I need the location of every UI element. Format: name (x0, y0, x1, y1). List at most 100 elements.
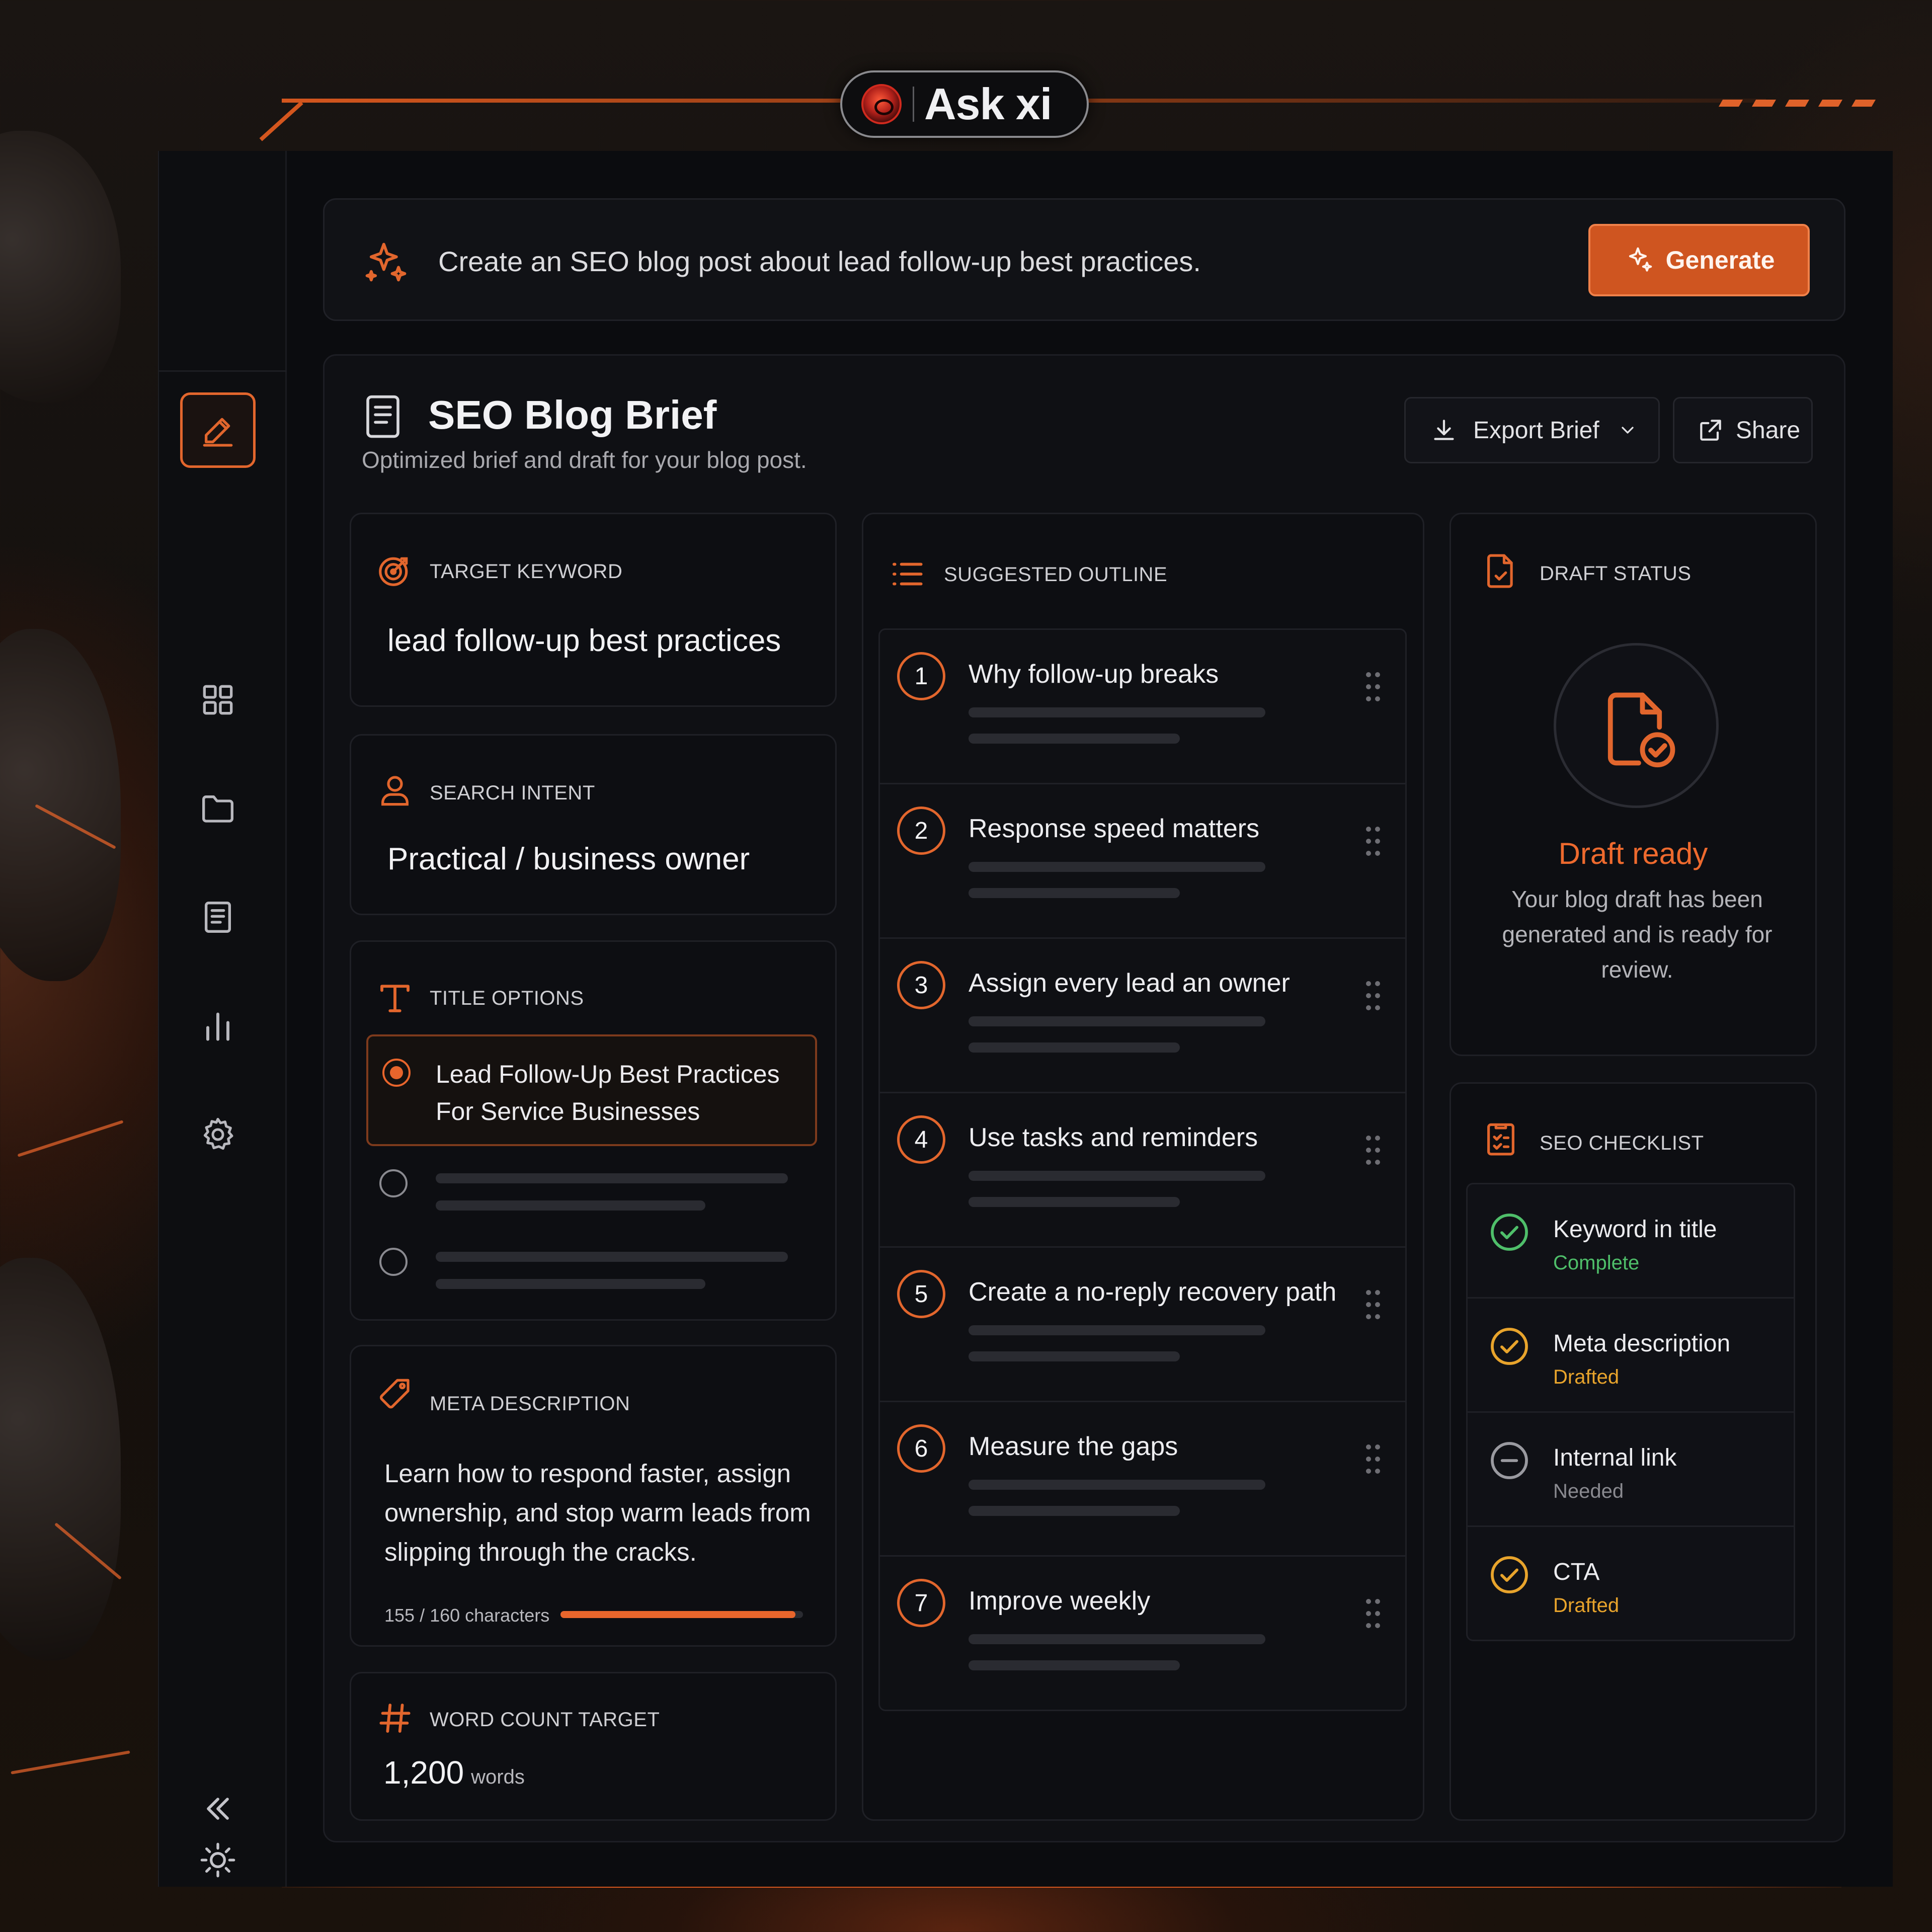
outline-title: Response speed matters (969, 814, 1260, 843)
checklist-status: Needed (1553, 1480, 1624, 1502)
outline-item[interactable]: 2 Response speed matters (878, 783, 1407, 939)
checklist-item[interactable]: CTA Drafted (1466, 1525, 1795, 1641)
prompt-text[interactable]: Create an SEO blog post about lead follo… (438, 245, 1201, 278)
double-chevron-left-icon (207, 1798, 229, 1820)
word-count-unit: words (471, 1766, 525, 1788)
sidebar-item-dashboard[interactable] (180, 662, 256, 738)
checklist-item[interactable]: Internal link Needed (1466, 1411, 1795, 1527)
clipboard-check-icon (1487, 1123, 1514, 1156)
sidebar-item-files[interactable] (180, 771, 256, 846)
title-option-selected[interactable]: Lead Follow-Up Best Practices For Servic… (366, 1034, 817, 1146)
generate-button-label: Generate (1665, 246, 1775, 274)
text-t-icon (380, 985, 410, 1012)
ask-xi-badge[interactable]: Ask xi (840, 70, 1089, 138)
bar-chart-icon (206, 1012, 229, 1041)
skeleton-line (436, 1279, 705, 1289)
radio-option[interactable] (379, 1248, 408, 1276)
chevron-down-icon (1622, 427, 1634, 434)
checklist: Keyword in title Complete Meta descripti… (1466, 1183, 1795, 1641)
share-button[interactable]: Share (1673, 397, 1813, 463)
outline-item[interactable]: 6 Measure the gaps (878, 1401, 1407, 1557)
title-options-card: TITLE OPTIONS Lead Follow-Up Best Practi… (350, 940, 837, 1321)
skeleton-line (969, 734, 1180, 744)
outline-number: 6 (897, 1424, 945, 1473)
outline-item[interactable]: 5 Create a no-reply recovery path (878, 1246, 1407, 1402)
skeleton-line (436, 1200, 705, 1211)
sidebar-item-edit[interactable] (180, 392, 256, 468)
card-label: DRAFT STATUS (1540, 562, 1692, 585)
drag-handle-icon[interactable] (1366, 1136, 1380, 1165)
checklist-title: Meta description (1553, 1330, 1731, 1357)
frame-dashes (1718, 100, 1876, 107)
collapse-sidebar-button[interactable] (190, 1781, 246, 1836)
outline-number: 1 (897, 652, 945, 700)
drag-handle-icon[interactable] (1366, 1444, 1380, 1474)
ask-xi-logo-icon (861, 84, 902, 124)
outline-title: Assign every lead an owner (969, 969, 1290, 998)
skeleton-line (969, 1480, 1265, 1490)
search-intent-value: Practical / business owner (387, 842, 750, 876)
checklist-item[interactable]: Keyword in title Complete (1466, 1183, 1795, 1299)
outline-title: Create a no-reply recovery path (969, 1277, 1337, 1307)
check-circle-icon (1491, 1556, 1528, 1593)
sidebar-item-analytics[interactable] (180, 988, 256, 1064)
radio-selected[interactable] (382, 1059, 411, 1087)
outline-item[interactable]: 7 Improve weekly (878, 1555, 1407, 1711)
export-brief-button[interactable]: Export Brief (1404, 397, 1660, 463)
sun-icon (200, 1842, 235, 1878)
check-circle-icon (1491, 1328, 1528, 1365)
card-label: SEARCH INTENT (430, 782, 595, 804)
radio-option[interactable] (379, 1169, 408, 1197)
main-content: Create an SEO blog post about lead follo… (287, 151, 1894, 1887)
outline-item[interactable]: 4 Use tasks and reminders (878, 1092, 1407, 1248)
document-check-icon (1607, 692, 1675, 768)
drag-handle-icon[interactable] (1366, 981, 1380, 1010)
page-title: SEO Blog Brief (428, 392, 717, 437)
word-count-number: 1,200 (383, 1754, 464, 1791)
drag-handle-icon[interactable] (1366, 672, 1380, 701)
folder-icon (202, 795, 234, 823)
drag-handle-icon[interactable] (1366, 1290, 1380, 1319)
export-brief-label: Export Brief (1473, 417, 1599, 444)
checklist-item[interactable]: Meta description Drafted (1466, 1297, 1795, 1413)
character-count: 155 / 160 characters (384, 1605, 550, 1626)
draft-status-title: Draft ready (1558, 837, 1708, 870)
background-ember (11, 1750, 130, 1775)
outline-number: 7 (897, 1579, 945, 1627)
background-ember (17, 1120, 124, 1157)
hash-icon (379, 1704, 411, 1733)
background-rock (0, 1258, 121, 1660)
drag-handle-icon[interactable] (1366, 1599, 1380, 1628)
seo-brief-panel: SEO Blog Brief Optimized brief and draft… (323, 354, 1845, 1842)
character-count-bar (560, 1611, 803, 1618)
grid-icon (203, 685, 233, 715)
sidebar-item-documents[interactable] (180, 879, 256, 955)
meta-description-text[interactable]: Learn how to respond faster, assign owne… (384, 1454, 817, 1572)
skeleton-line (969, 1660, 1180, 1670)
generate-button[interactable]: Generate (1588, 224, 1810, 296)
card-label: WORD COUNT TARGET (430, 1709, 660, 1731)
outline-number: 4 (897, 1115, 945, 1164)
card-label: SUGGESTED OUTLINE (944, 564, 1168, 586)
divider (159, 370, 287, 372)
skeleton-line (436, 1252, 788, 1262)
download-icon (1434, 420, 1454, 440)
prompt-bar[interactable]: Create an SEO blog post about lead follo… (323, 198, 1845, 321)
outline-item[interactable]: 1 Why follow-up breaks (878, 628, 1407, 784)
outline-title: Why follow-up breaks (969, 660, 1219, 689)
brand-name: Ask xi (924, 79, 1052, 129)
outline-number: 2 (897, 807, 945, 855)
tag-icon (380, 1379, 410, 1409)
sidebar-item-settings[interactable] (180, 1097, 256, 1172)
page-subtitle: Optimized brief and draft for your blog … (362, 447, 807, 473)
card-label: TARGET KEYWORD (430, 560, 623, 583)
skeleton-line (969, 1171, 1265, 1181)
user-icon (381, 776, 409, 806)
drag-handle-icon[interactable] (1366, 827, 1380, 856)
check-circle-icon (1491, 1214, 1528, 1251)
card-label: TITLE OPTIONS (430, 987, 584, 1009)
suggested-outline-card: SUGGESTED OUTLINE 1 Why follow-up breaks… (862, 513, 1424, 1821)
document-check-icon (1487, 554, 1513, 588)
outline-item[interactable]: 3 Assign every lead an owner (878, 937, 1407, 1093)
collapse-sidebar-button[interactable] (180, 1907, 256, 1932)
